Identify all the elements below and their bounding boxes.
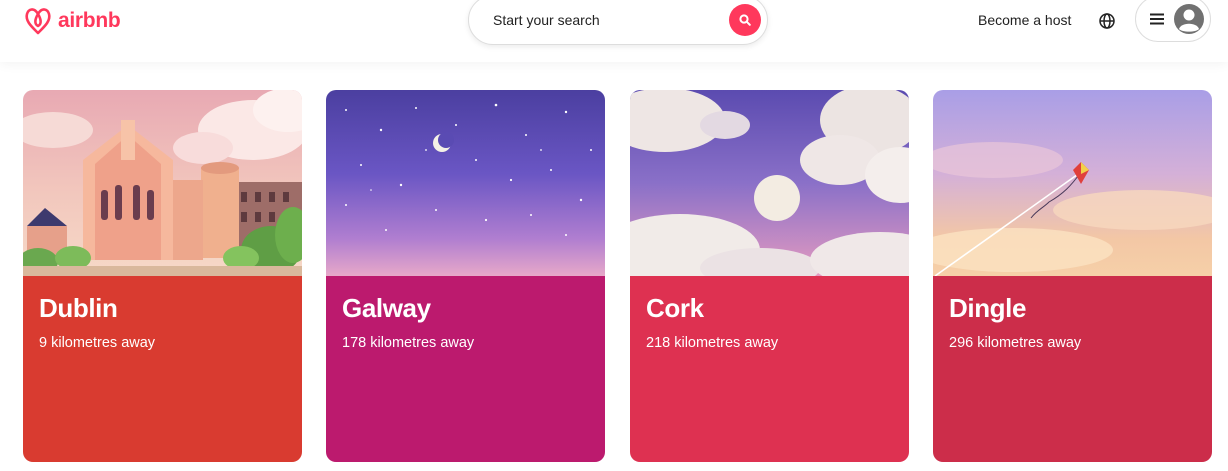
search-bar[interactable]: Start your search	[468, 0, 768, 45]
search-placeholder: Start your search	[493, 12, 600, 28]
card-distance: 218 kilometres away	[646, 335, 779, 351]
card-title: Dublin	[39, 293, 118, 323]
card-body: Dingle 296 kilometres away	[933, 276, 1212, 462]
destination-card-dingle[interactable]: Dingle 296 kilometres away	[933, 90, 1212, 462]
destination-card-dublin[interactable]: Dublin 9 kilometres away	[23, 90, 302, 462]
user-avatar-icon	[1174, 4, 1204, 34]
card-title: Cork	[646, 293, 704, 323]
logo-text: airbnb	[58, 9, 121, 32]
search-button[interactable]	[729, 4, 761, 36]
dublin-illustration	[23, 90, 302, 276]
card-distance: 178 kilometres away	[342, 335, 475, 351]
card-body: Dublin 9 kilometres away	[23, 276, 302, 462]
dingle-illustration	[933, 90, 1212, 276]
cork-illustration	[630, 90, 909, 276]
airbnb-logo[interactable]: airbnb	[22, 4, 121, 38]
card-body: Galway 178 kilometres away	[326, 276, 605, 462]
menu-icon	[1150, 13, 1164, 25]
top-header: airbnb Start your search Become a host	[0, 0, 1228, 62]
destination-card-galway[interactable]: Galway 178 kilometres away	[326, 90, 605, 462]
card-title: Dingle	[949, 293, 1027, 323]
airbnb-logo-icon	[25, 8, 51, 35]
globe-icon[interactable]	[1097, 11, 1117, 31]
card-distance: 296 kilometres away	[949, 335, 1082, 351]
become-a-host-link[interactable]: Become a host	[978, 12, 1071, 28]
galway-illustration	[326, 90, 605, 276]
card-distance: 9 kilometres away	[39, 335, 156, 351]
card-body: Cork 218 kilometres away	[630, 276, 909, 462]
destination-card-cork[interactable]: Cork 218 kilometres away	[630, 90, 909, 462]
search-icon	[739, 14, 751, 26]
card-title: Galway	[342, 293, 431, 323]
user-menu-button[interactable]	[1135, 0, 1211, 42]
